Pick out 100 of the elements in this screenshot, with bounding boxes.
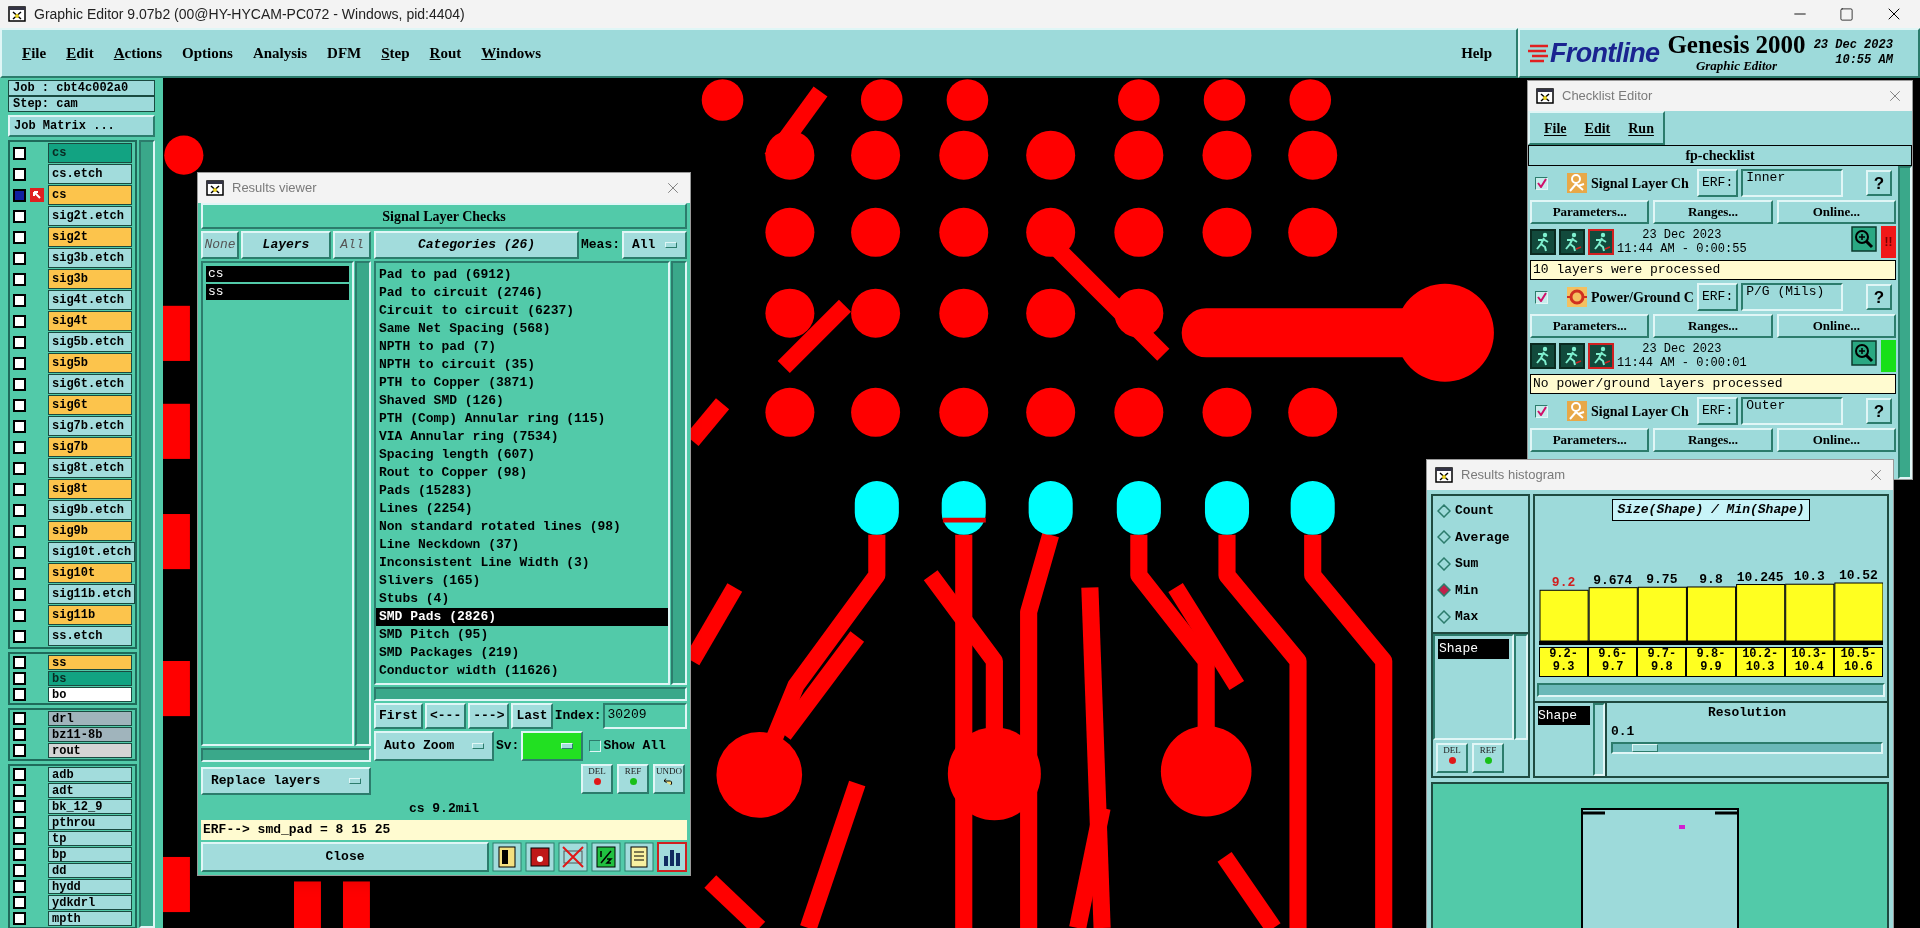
runner-icon[interactable] [1559,229,1585,255]
scrollbar[interactable] [1593,702,1605,776]
edit-button[interactable]: REF [617,764,649,794]
layer-name[interactable]: sig5b [48,353,132,373]
bar-chart-icon[interactable] [657,842,687,872]
list-item[interactable]: VIA Annular ring (7534) [376,428,668,446]
action-button[interactable]: Ranges... [1653,314,1773,338]
erf-button[interactable]: ERF: [1697,169,1739,197]
zoom-dropdown[interactable]: Auto Zoom [374,731,494,761]
layer-checkbox[interactable] [13,419,26,433]
layer-checkbox[interactable] [13,608,26,622]
layer-name[interactable]: cs.etch [48,164,132,184]
erf-button[interactable]: ERF: [1697,283,1739,311]
layer-name[interactable]: ydkdrl [48,895,132,910]
list-item[interactable]: Line Neckdown (37) [376,536,668,554]
layer-checkbox[interactable] [13,672,26,685]
layers-icon[interactable] [492,842,522,872]
layer-checkbox[interactable] [13,832,26,845]
radio-button[interactable] [1437,530,1451,545]
slider-thumb[interactable] [1631,743,1658,752]
menu-item[interactable]: Step [381,41,410,65]
runner-icon[interactable] [1530,343,1556,369]
layer-name[interactable]: ss.etch [48,626,132,646]
list-item[interactable]: cs [206,266,349,282]
layer-checkbox[interactable] [13,545,26,559]
list-item[interactable]: Rout to Copper (98) [376,464,668,482]
layer-name[interactable]: bz11-8b [48,727,132,742]
checkbox[interactable] [1535,290,1548,304]
scrollbar[interactable] [1514,634,1528,740]
list-item[interactable]: Shape [1538,705,1590,725]
scrollbar[interactable] [374,687,687,701]
list-item[interactable]: Inconsistent Line Width (3) [376,554,668,572]
layer-name[interactable]: sig9b.etch [48,500,132,520]
layer-checkbox[interactable] [13,587,26,601]
layer-name[interactable]: cs [48,143,132,163]
layer-checkbox[interactable] [13,377,26,391]
layer-checkbox[interactable] [13,251,26,265]
meas-dropdown[interactable]: All [622,231,687,259]
list-item[interactable]: PTH to Copper (3871) [376,374,668,392]
layer-checkbox[interactable] [13,744,26,757]
edit-button[interactable]: DEL [1436,743,1468,773]
layer-name[interactable]: sig10t.etch [48,542,136,562]
list-item[interactable]: Same Net Spacing (568) [376,320,668,338]
menu-item[interactable]: Actions [113,41,163,65]
layer-name[interactable]: drl [48,711,132,726]
layer-name[interactable]: ss [48,655,132,670]
runner-icon[interactable] [1588,229,1614,255]
layer-checkbox[interactable] [13,816,26,829]
list-item[interactable]: Stubs (4) [376,590,668,608]
list-item[interactable]: PTH (Comp) Annular ring (115) [376,410,668,428]
list-item[interactable]: Pad to circuit (2746) [376,284,668,302]
layer-checkbox[interactable] [13,800,26,813]
layer-name[interactable]: sig11b.etch [48,584,136,604]
menu-item[interactable]: File [22,41,47,65]
action-button[interactable]: Online... [1776,428,1896,452]
layer-name[interactable]: mpth [48,911,132,926]
action-button[interactable]: Online... [1776,200,1896,224]
layer-checkbox[interactable] [13,146,26,160]
replace-dropdown[interactable]: Replace layers [201,767,371,795]
layer-name[interactable]: adt [48,783,132,798]
zoom-in-icon[interactable] [1851,226,1877,252]
list-item[interactable]: Non standard rotated lines (98) [376,518,668,536]
action-button[interactable]: Ranges... [1653,428,1773,452]
maximize-icon[interactable] [1839,6,1854,22]
list-item[interactable]: NPTH to pad (7) [376,338,668,356]
layer-name[interactable]: dd [48,863,132,878]
checkbox[interactable] [589,740,602,752]
layer-checkbox[interactable] [13,566,26,580]
close-button[interactable]: Close [201,842,489,872]
layer-checkbox[interactable] [13,356,26,370]
categories-button[interactable]: Categories (26) [374,231,579,259]
layer-checkbox[interactable] [13,398,26,412]
layer-checkbox[interactable] [13,461,26,475]
menu-item[interactable]: Windows [481,41,542,65]
layer-name[interactable]: sig11b [48,605,132,625]
erf-field[interactable]: Outer [1741,397,1844,425]
help-button[interactable]: ? [1866,398,1892,424]
layer-name[interactable]: sig2t.etch [48,206,132,226]
help-button[interactable]: ? [1866,284,1892,310]
scrollbar[interactable] [1537,682,1885,697]
layer-checkbox[interactable] [13,784,26,797]
index-field[interactable]: 30209 [603,703,687,729]
edit-button[interactable]: REF [1472,743,1504,773]
layer-checkbox[interactable] [13,864,26,877]
layer-name[interactable]: sig7b [48,437,132,457]
nav-button[interactable]: First [374,703,423,729]
layer-name[interactable]: sig9b [48,521,132,541]
menu-item[interactable]: Rout [429,41,462,65]
layer-checkbox[interactable] [13,688,26,701]
menu-item[interactable]: Options [182,41,233,65]
layer-name[interactable]: bk_12_9 [48,799,132,814]
record-icon[interactable] [525,842,555,872]
layer-checkbox[interactable] [13,629,26,643]
list-item[interactable]: Slivers (165) [376,572,668,590]
menu-item[interactable]: Edit [1584,117,1611,139]
list-item[interactable]: Circuit to circuit (6237) [376,302,668,320]
layer-name[interactable]: hydd [48,879,132,894]
radio-button[interactable] [1437,583,1451,598]
layer-name[interactable]: sig4t.etch [48,290,132,310]
scrollbar[interactable] [355,261,371,746]
